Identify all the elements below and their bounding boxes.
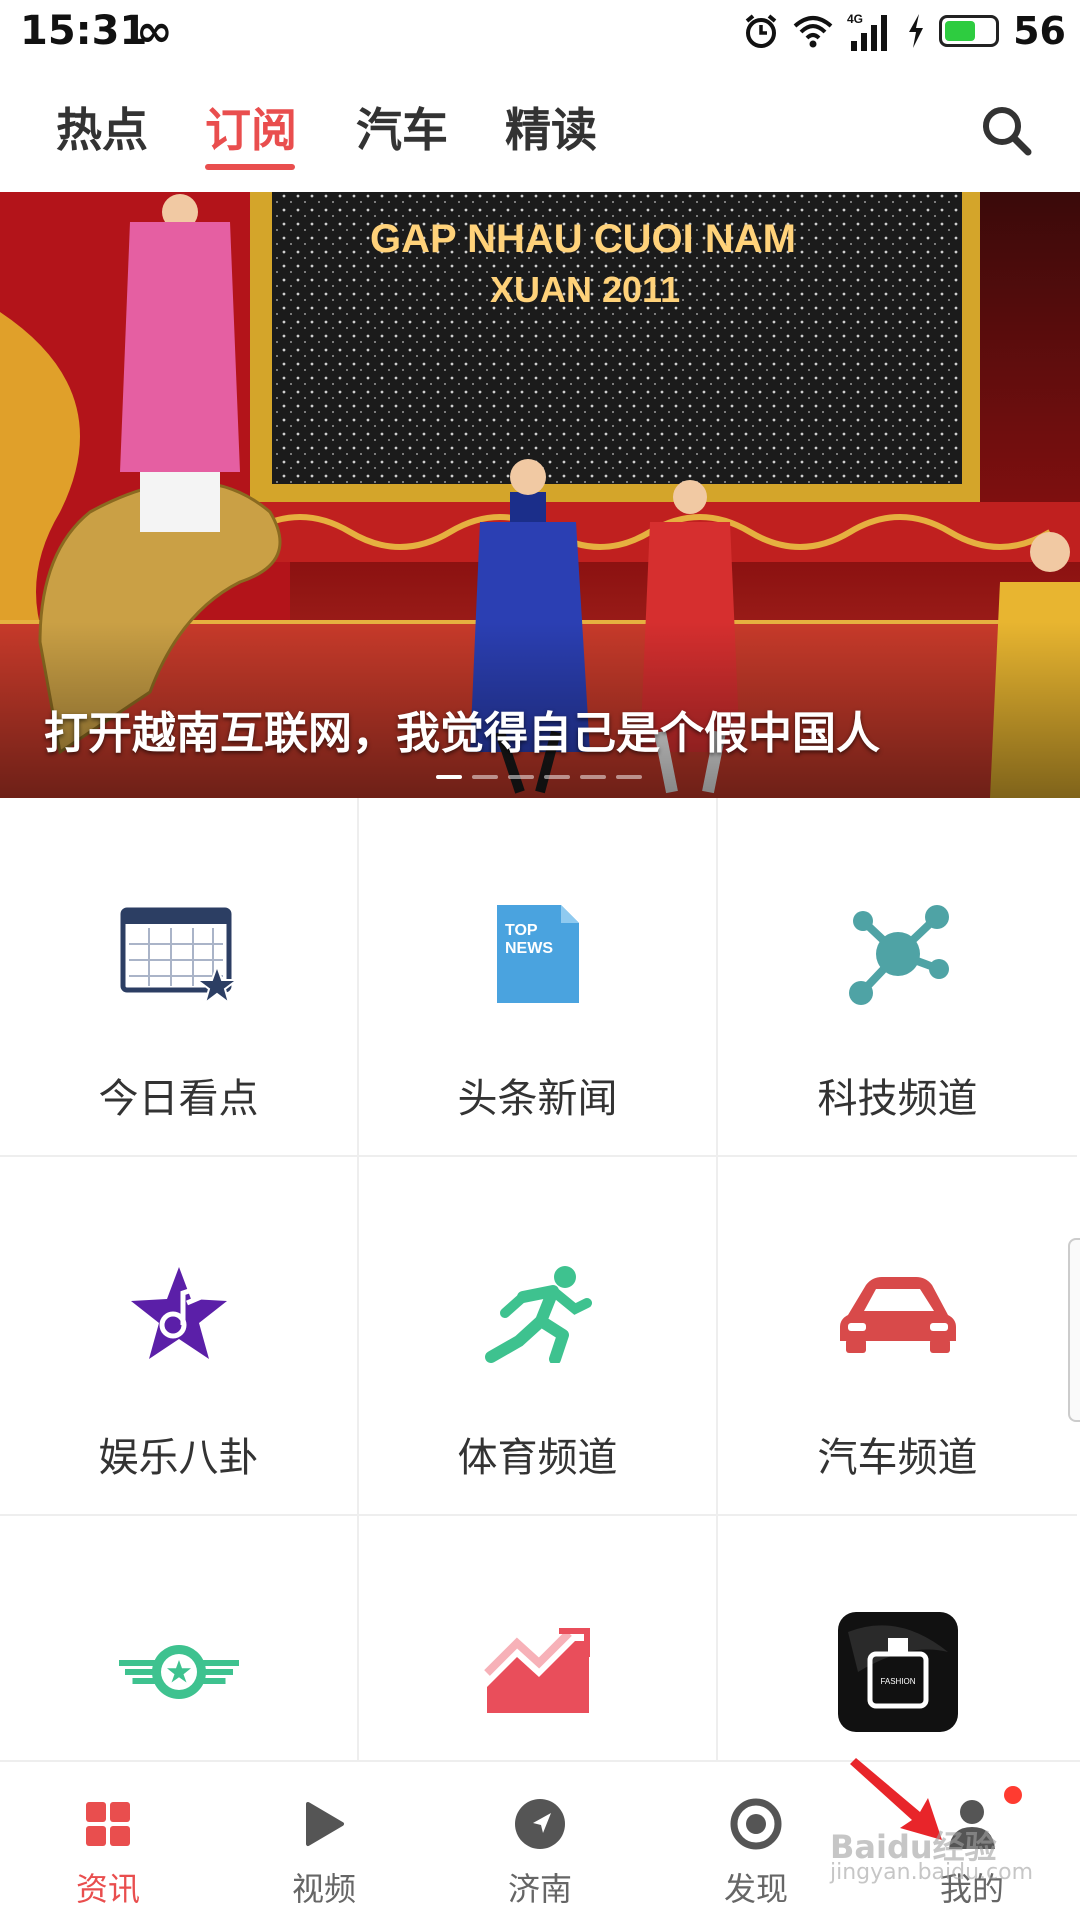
notification-dot	[1004, 1786, 1022, 1804]
battery-fill	[945, 21, 976, 41]
battery-percent: 56	[1013, 9, 1066, 53]
car-icon	[838, 1253, 958, 1373]
music-star-icon	[119, 1253, 239, 1373]
status-bar: 15:31 ∞ 4G 56	[0, 0, 1080, 64]
tab-reading[interactable]: 精读	[505, 94, 597, 160]
stage-text-1: GAP NHAU CUOI NAM	[370, 217, 796, 261]
channel-label: 头条新闻	[457, 1076, 618, 1122]
top-tab-bar: 热点 订阅 汽车 精读	[0, 64, 1080, 192]
channel-tech[interactable]: 科技频道	[718, 798, 1077, 1157]
headline-banner[interactable]: GAP NHAU CUOI NAM XUAN 2011 打开越南互联网，我觉得自…	[0, 192, 1080, 798]
target-icon	[726, 1794, 786, 1854]
nav-label: 资讯	[75, 1870, 140, 1908]
pager-dot	[472, 775, 498, 779]
fashion-perfume-icon: FASHION	[837, 1612, 958, 1732]
nav-news[interactable]: 资讯	[0, 1762, 216, 1922]
status-time: 15:31	[20, 8, 148, 54]
trend-chart-icon	[478, 1612, 598, 1732]
channel-auto[interactable]: 汽车频道	[718, 1157, 1077, 1516]
nav-video[interactable]: 视频	[216, 1762, 432, 1922]
signal-icon: 4G	[847, 12, 888, 51]
battery-icon	[939, 15, 1000, 47]
nav-label: 济南	[507, 1870, 572, 1908]
channel-label: 科技频道	[817, 1076, 978, 1122]
alarm-icon	[745, 14, 777, 48]
side-drawer-handle[interactable]	[1068, 1238, 1080, 1422]
banner-pager	[436, 775, 642, 779]
grid-icon	[78, 1794, 138, 1854]
watermark-url: jingyan.baidu.com	[830, 1860, 1034, 1885]
charging-icon	[909, 14, 924, 48]
pager-dot	[508, 775, 534, 779]
channel-label: 体育频道	[457, 1435, 618, 1481]
status-icons: 4G 56	[743, 6, 1066, 56]
nav-label: 视频	[291, 1870, 356, 1908]
play-icon	[294, 1794, 354, 1854]
active-tab-indicator	[205, 164, 295, 170]
search-icon[interactable]	[976, 100, 1036, 160]
channel-today[interactable]: 今日看点	[0, 798, 359, 1157]
tab-car[interactable]: 汽车	[356, 94, 448, 160]
top-news-icon-text-1: TOP	[505, 922, 538, 939]
banner-headline[interactable]: 打开越南互联网，我觉得自己是个假中国人	[44, 697, 880, 761]
tab-subscribe[interactable]: 订阅	[205, 94, 297, 160]
tab-hot[interactable]: 热点	[56, 94, 148, 160]
network-type-label: 4G	[847, 12, 863, 26]
calendar-star-icon	[119, 894, 239, 1014]
pager-dot	[616, 775, 642, 779]
wifi-icon	[793, 16, 833, 48]
compass-icon	[510, 1794, 570, 1854]
fashion-icon-text: FASHION	[880, 1677, 915, 1686]
channel-top-news[interactable]: TOP NEWS 头条新闻	[359, 798, 718, 1157]
runner-icon	[478, 1253, 598, 1373]
molecule-icon	[838, 894, 958, 1014]
pager-dot	[436, 775, 462, 779]
channel-entertainment[interactable]: 娱乐八卦	[0, 1157, 359, 1516]
infinity-icon: ∞	[136, 6, 173, 57]
top-news-icon-text-2: NEWS	[505, 940, 553, 957]
channel-sports[interactable]: 体育频道	[359, 1157, 718, 1516]
pager-dot	[544, 775, 570, 779]
channel-label: 汽车频道	[817, 1435, 978, 1481]
top-news-icon: TOP NEWS	[478, 894, 598, 1014]
nav-local[interactable]: 济南	[432, 1762, 648, 1922]
channel-grid: 今日看点 TOP NEWS 头条新闻 科技频道 娱乐八卦 体育频道 汽车频道 F…	[0, 798, 1080, 1875]
channel-label: 娱乐八卦	[98, 1435, 259, 1481]
wing-star-icon	[118, 1612, 239, 1732]
channel-label: 今日看点	[98, 1076, 259, 1122]
stage-text-2: XUAN 2011	[490, 269, 680, 310]
pager-dot	[580, 775, 606, 779]
